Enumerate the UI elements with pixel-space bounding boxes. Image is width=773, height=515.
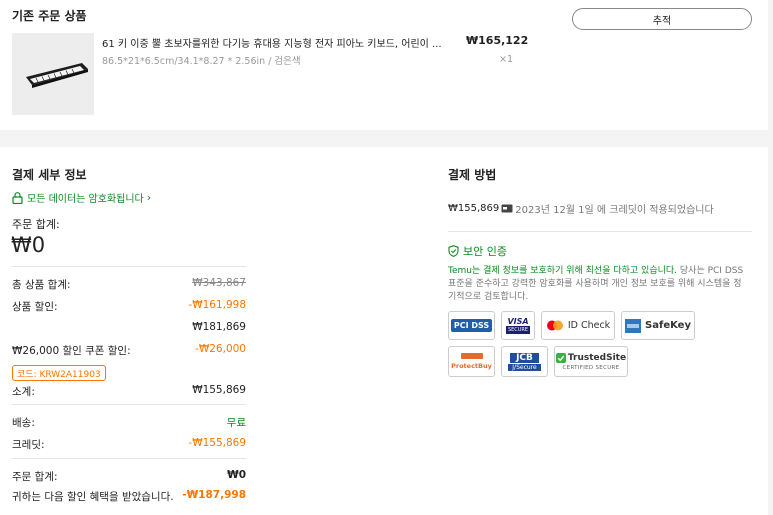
item-discount-label: 상품 할인: xyxy=(12,301,58,313)
divider xyxy=(12,458,246,459)
pci-dss-badge: PCI DSS xyxy=(448,311,495,340)
protectbuy-badge: ProtectBuy xyxy=(448,346,495,377)
existing-order-card: 기존 주문 상품 추적 61 키 이중 뿔 초보자를위한 다기능 휴대용 지능형… xyxy=(0,0,768,130)
item-total-value: ₩343,867 xyxy=(192,277,246,289)
coupon-code-tag: 코드: KRW2A11903 xyxy=(12,365,106,381)
pci-dss-label: PCI DSS xyxy=(450,319,493,332)
order-total-amount: ₩0 xyxy=(11,233,46,257)
payment-amount: ₩155,869 xyxy=(448,203,500,214)
product-thumbnail[interactable] xyxy=(12,33,94,115)
existing-order-title: 기존 주문 상품 xyxy=(12,9,87,23)
divider xyxy=(12,404,246,405)
final-total-value: ₩0 xyxy=(227,469,246,481)
savings-label: 귀하는 다음 할인 혜택을 받았습니다. xyxy=(12,491,174,503)
credit-applied-note: 2023년 12월 1일 에 크레딧이 적용되었습니다 xyxy=(515,205,714,216)
jcb-secure-label: J/Secure xyxy=(508,363,541,371)
savings-value: -₩187,998 xyxy=(182,489,246,501)
jcb-label: JCB xyxy=(510,352,539,363)
safekey-label: SafeKey xyxy=(645,320,691,331)
coupon-label: ₩26,000 할인 쿠폰 할인: xyxy=(12,345,131,357)
product-quantity: ×1 xyxy=(499,54,514,65)
chevron-right-icon: › xyxy=(146,191,152,204)
checkmark-icon xyxy=(555,352,566,363)
item-discount-value: -₩161,998 xyxy=(188,299,246,311)
security-description: Temu는 결제 정보를 보호하기 위해 최선을 다하고 있습니다. 당사는 P… xyxy=(448,265,748,304)
item-total-label: 총 상품 합계: xyxy=(12,279,71,291)
subtotal-label: 소계: xyxy=(12,386,35,398)
lock-icon xyxy=(12,191,23,204)
payment-method-row: ₩155,869 2023년 12월 1일 에 크레딧이 적용되었습니다 xyxy=(448,201,714,216)
mastercard-icon xyxy=(546,320,563,331)
trustedsite-label: TrustedSite xyxy=(567,352,627,363)
shipping-label: 배송: xyxy=(12,417,35,429)
divider xyxy=(12,266,246,267)
security-text-green: Temu는 결제 정보를 보호하기 위해 최선을 다하고 있습니다. xyxy=(448,266,678,276)
visa-secure-label: SECURE xyxy=(505,326,531,334)
coupon-value: -₩26,000 xyxy=(195,343,246,355)
jcb-secure-badge: JCB J/Secure xyxy=(501,346,548,377)
shipping-value: 무료 xyxy=(226,417,246,429)
security-cert-heading: 보안 인증 xyxy=(448,243,507,259)
trustedsite-badge: TrustedSite CERTIFIED SECURE xyxy=(554,346,628,377)
discover-logo-icon xyxy=(460,353,483,359)
shield-check-icon xyxy=(448,245,459,257)
protectbuy-label: ProtectBuy xyxy=(451,362,492,370)
credit-label: 크레딧: xyxy=(12,439,45,451)
divider xyxy=(448,231,752,232)
credit-value: -₩155,869 xyxy=(188,437,246,449)
payment-method-title: 결제 방법 xyxy=(448,168,497,182)
product-variant: 86.5*21*6.5cm/34.1*8.27 * 2.56in / 검은색 xyxy=(102,56,301,67)
final-total-label: 주문 합계: xyxy=(12,471,58,483)
product-price: ₩165,122 xyxy=(466,34,529,47)
encryption-link[interactable]: 모든 데이터는 암호화됩니다 › xyxy=(12,190,151,205)
payment-details-title: 결제 세부 정보 xyxy=(12,168,87,182)
order-total-label: 주문 합계: xyxy=(12,218,60,231)
id-check-label: ID Check xyxy=(567,320,611,331)
subtotal-value: ₩155,869 xyxy=(192,384,246,396)
discounted-subtotal-value: ₩181,869 xyxy=(192,321,246,333)
keyboard-image xyxy=(12,33,94,115)
mastercard-id-check-badge: ID Check xyxy=(541,311,615,340)
track-button[interactable]: 추적 xyxy=(572,8,752,30)
credit-card-icon xyxy=(501,204,513,213)
security-cert-title: 보안 인증 xyxy=(463,245,507,258)
product-name[interactable]: 61 키 이중 뿔 초보자를위한 다기능 휴대용 지능형 전자 피아노 키보드,… xyxy=(102,35,462,50)
amex-icon xyxy=(625,318,642,333)
visa-secure-badge: VISA SECURE xyxy=(501,311,535,340)
certified-secure-label: CERTIFIED SECURE xyxy=(562,364,620,371)
amex-safekey-badge: SafeKey xyxy=(621,311,695,340)
visa-label: VISA xyxy=(507,317,529,326)
encryption-note: 모든 데이터는 암호화됩니다 xyxy=(27,194,144,205)
payment-details-card: 결제 세부 정보 모든 데이터는 암호화됩니다 › 주문 합계: ₩0 총 상품… xyxy=(0,147,768,515)
